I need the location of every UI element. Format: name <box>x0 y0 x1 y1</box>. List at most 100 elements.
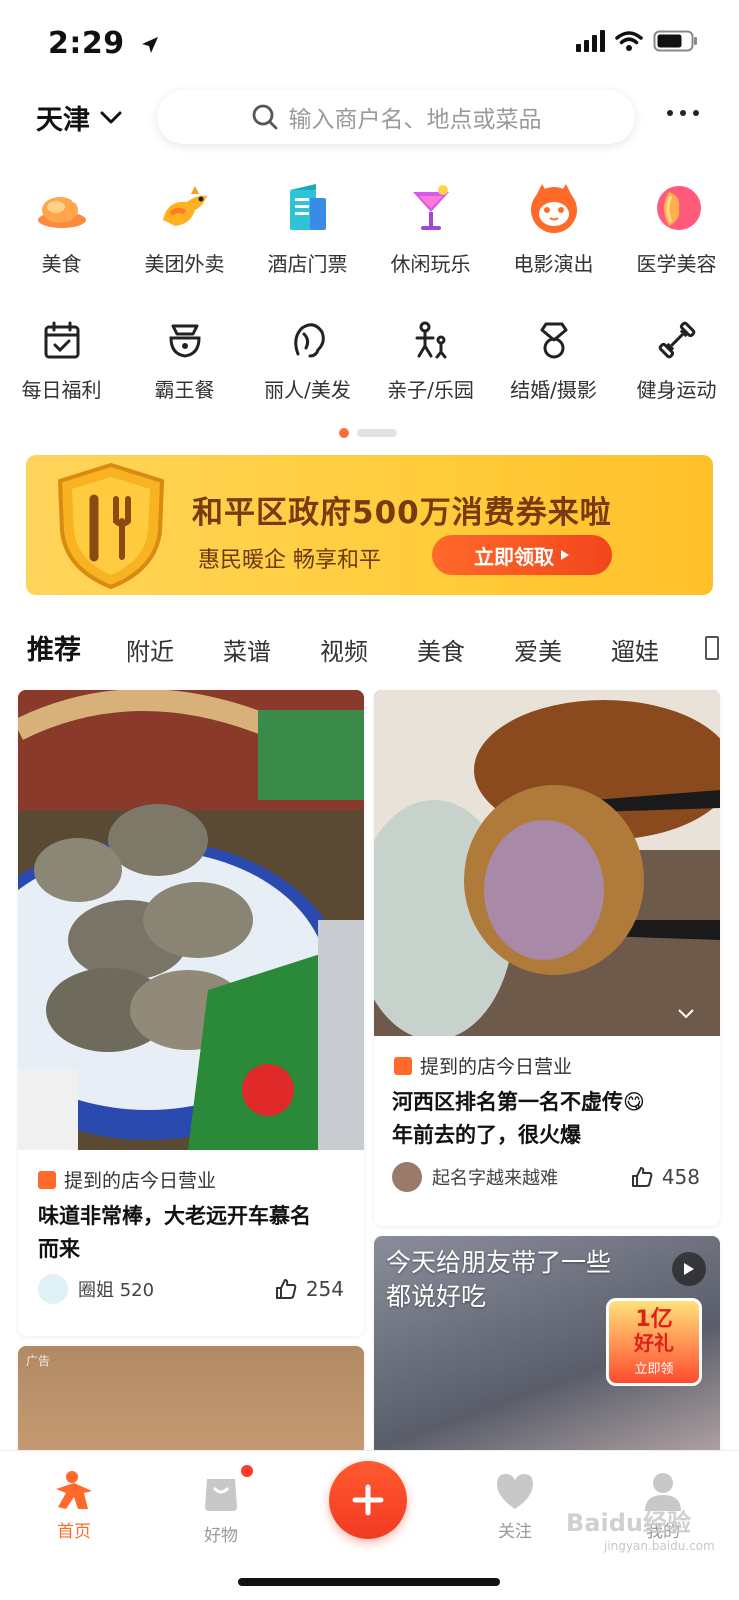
shop-icon <box>38 1170 56 1189</box>
publish-button[interactable] <box>329 1461 407 1539</box>
location-arrow-icon <box>141 36 158 53</box>
tab-video[interactable]: 视频 <box>320 632 368 678</box>
status-bar: 2:29 <box>0 0 739 90</box>
plus-icon <box>352 1484 384 1516</box>
card-title-line: 味道非常棒，大老远开车慕名 <box>38 1204 311 1228</box>
taro-roll-photo <box>374 690 720 1036</box>
card-title: 味道非常棒，大老远开车慕名 而来 <box>38 1200 348 1266</box>
category-family-park[interactable]: 亲子/乐园 <box>369 318 492 403</box>
search-input[interactable]: 输入商户名、地点或菜品 <box>157 90 635 144</box>
notification-dot <box>241 1465 253 1477</box>
battery-icon <box>653 30 697 52</box>
thumbs-up-icon <box>631 1167 653 1187</box>
like-count: 458 <box>661 1165 700 1189</box>
author[interactable]: 起名字越来越难 <box>392 1162 558 1192</box>
status-indicators <box>576 30 699 52</box>
tab-recommend[interactable]: 推荐 <box>27 628 81 678</box>
tab-nearby[interactable]: 附近 <box>126 632 174 678</box>
author-name: 起名字越来越难 <box>432 1168 558 1189</box>
card-title-line: 年前去的了，很火爆 <box>392 1123 581 1147</box>
play-button[interactable] <box>672 1252 706 1286</box>
time-text: 2:29 <box>48 26 125 61</box>
more-options-button[interactable] <box>667 110 699 116</box>
shop-tag: 提到的店今日营业 <box>38 1166 216 1193</box>
ad-card[interactable]: 广告 <box>18 1346 364 1466</box>
category-fitness[interactable]: 健身运动 <box>615 318 738 403</box>
promo-badge[interactable]: 1亿 好礼 立即领 <box>606 1298 702 1386</box>
category-label: 霸王餐 <box>154 378 215 402</box>
shop-icon <box>394 1056 412 1075</box>
category-label: 结婚/摄影 <box>510 378 597 402</box>
like-button[interactable]: 458 <box>630 1165 700 1189</box>
promo-text: 1亿 <box>635 1306 673 1332</box>
category-waimai[interactable]: 美团外卖 <box>123 180 246 277</box>
nav-follow[interactable]: 关注 <box>470 1469 560 1542</box>
nav-home[interactable]: 首页 <box>29 1469 119 1542</box>
avatar <box>392 1162 422 1192</box>
claim-button-label: 立即领取 <box>474 544 554 569</box>
pager-dot <box>357 429 397 437</box>
nav-goods[interactable]: 好物 <box>176 1465 266 1546</box>
ad-photo <box>18 1346 364 1466</box>
promo-button-label: 立即领 <box>634 1361 674 1377</box>
shopping-bag-icon <box>205 1479 237 1511</box>
tab-more-icon[interactable] <box>705 636 719 660</box>
home-indicator <box>238 1578 500 1586</box>
parent-child-icon <box>409 318 453 362</box>
category-pager <box>339 428 397 438</box>
search-icon <box>252 104 277 130</box>
category-label: 健身运动 <box>636 378 717 402</box>
heart-icon <box>497 1474 533 1509</box>
card-title: 河西区排名第一名不虚传😋 年前去的了，很火爆 <box>392 1086 712 1152</box>
tab-beauty[interactable]: 爱美 <box>514 632 562 678</box>
category-food[interactable]: 美食 <box>0 180 123 277</box>
card-footer: 起名字越来越难 458 <box>392 1162 700 1192</box>
shop-tag: 提到的店今日营业 <box>394 1052 572 1079</box>
top-header: 天津 输入商户名、地点或菜品 <box>0 88 739 148</box>
triangle-right-icon <box>561 550 569 560</box>
category-label: 休闲玩乐 <box>390 252 471 276</box>
tab-recipes[interactable]: 菜谱 <box>223 632 271 678</box>
chevron-down-icon <box>100 111 122 123</box>
category-label: 丽人/美发 <box>264 378 351 402</box>
feed-card[interactable]: 提到的店今日营业 味道非常棒，大老远开车慕名 而来 圈姐 520 254 <box>18 690 364 1336</box>
category-label: 医学美容 <box>636 252 717 276</box>
author-name: 圈姐 520 <box>78 1280 155 1301</box>
category-label: 美食 <box>41 252 82 276</box>
tab-kids[interactable]: 遛娃 <box>611 632 659 678</box>
category-label: 每日福利 <box>21 378 102 402</box>
category-daily-welfare[interactable]: 每日福利 <box>0 318 123 403</box>
author[interactable]: 圈姐 520 <box>38 1274 154 1304</box>
cellular-signal-icon <box>576 30 605 52</box>
hotel-building-icon <box>280 180 336 236</box>
dumbbell-icon <box>655 318 699 362</box>
city-selector[interactable]: 天津 <box>36 98 122 137</box>
category-wedding-photo[interactable]: 结婚/摄影 <box>492 318 615 403</box>
baidu-watermark: Baidu经验 <box>566 1509 691 1537</box>
claim-now-button[interactable]: 立即领取 <box>432 535 612 575</box>
nav-label: 关注 <box>498 1522 532 1542</box>
feed-card[interactable]: 提到的店今日营业 河西区排名第一名不虚传😋 年前去的了，很火爆 起名字越来越难 … <box>374 690 720 1226</box>
calendar-check-icon <box>40 318 84 362</box>
tab-food[interactable]: 美食 <box>417 632 465 678</box>
category-movies[interactable]: 电影演出 <box>492 180 615 277</box>
category-hotel[interactable]: 酒店门票 <box>246 180 369 277</box>
category-free-meal[interactable]: 霸王餐 <box>123 318 246 403</box>
avatar <box>38 1274 68 1304</box>
category-medical-beauty[interactable]: 医学美容 <box>615 180 738 277</box>
chef-icon <box>163 318 207 362</box>
roast-chicken-icon <box>34 180 90 236</box>
home-person-icon <box>56 1471 92 1509</box>
hair-icon <box>286 318 330 362</box>
ad-label: 广告 <box>26 1354 51 1368</box>
category-label: 美团外卖 <box>144 252 225 276</box>
promo-banner[interactable]: 和平区政府500万消费券来啦 惠民暖企 畅享和平 立即领取 <box>26 455 713 595</box>
card-title-line: 河西区排名第一名不虚传😋 <box>392 1090 645 1114</box>
search-placeholder: 输入商户名、地点或菜品 <box>288 107 542 133</box>
cocktail-icon <box>403 180 459 236</box>
like-button[interactable]: 254 <box>274 1277 344 1301</box>
category-beauty-hair[interactable]: 丽人/美发 <box>246 318 369 403</box>
video-card[interactable]: 今天给朋友带了一些 都说好吃 1亿 好礼 立即领 <box>374 1236 720 1466</box>
category-leisure[interactable]: 休闲玩乐 <box>369 180 492 277</box>
category-label: 亲子/乐园 <box>387 378 474 402</box>
